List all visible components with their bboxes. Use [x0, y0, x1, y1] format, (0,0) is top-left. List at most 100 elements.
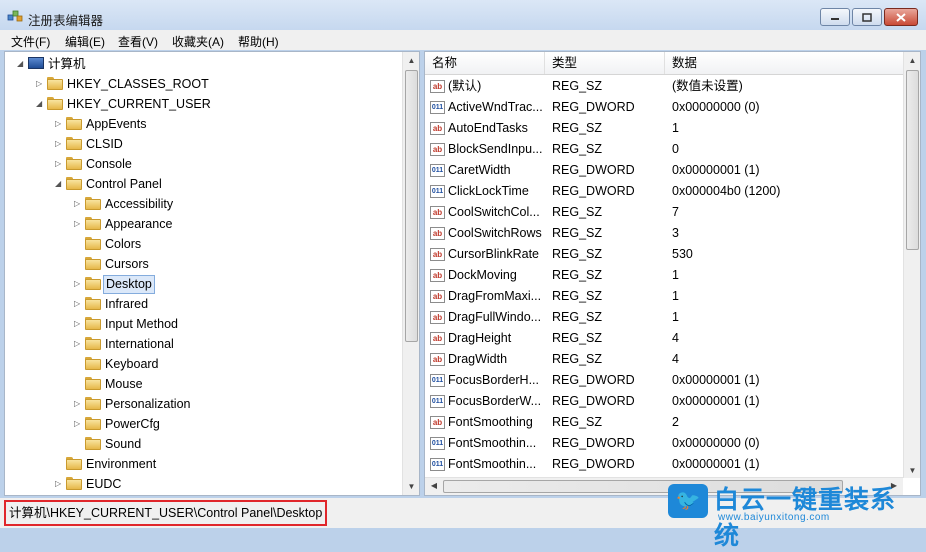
expand-arrow-icon[interactable]: ▷	[55, 160, 63, 168]
value-row[interactable]: 011 FocusBorderH... REG_DWORD 0x00000001 (1…	[425, 370, 903, 391]
value-row[interactable]: ab DragFullWindo... REG_SZ 1	[425, 307, 903, 328]
folder-icon	[66, 157, 82, 170]
tree-item[interactable]: ▷ HKEY_CLASSES_ROOT	[5, 74, 400, 94]
tree-item[interactable]: ▷ Accessibility	[5, 194, 400, 214]
value-row[interactable]: 011 ActiveWndTrac... REG_DWORD 0x00000000 (…	[425, 97, 903, 118]
scroll-left-icon[interactable]: ◀	[429, 481, 439, 490]
expand-arrow-icon[interactable]: ▷	[74, 320, 82, 328]
tree-item[interactable]: ▷ EUDC	[5, 474, 400, 494]
value-name: DragWidth	[448, 352, 508, 366]
collapse-arrow-icon[interactable]: ◢	[17, 60, 25, 68]
value-data: 0x000004b0 (1200)	[672, 184, 781, 198]
tree-item[interactable]: Mouse	[5, 374, 400, 394]
value-row[interactable]: ab CursorBlinkRate REG_SZ 530	[425, 244, 903, 265]
tree-item[interactable]: Colors	[5, 234, 400, 254]
list-scroll-thumb[interactable]	[906, 70, 919, 250]
expand-arrow-icon[interactable]: ▷	[74, 340, 82, 348]
value-row[interactable]: ab DragFromMaxi... REG_SZ 1	[425, 286, 903, 307]
tree-item[interactable]: ▷ Appearance	[5, 214, 400, 234]
folder-icon	[85, 197, 101, 210]
column-header-data[interactable]: 数据	[665, 52, 903, 74]
folder-icon	[85, 357, 101, 370]
scroll-down-icon[interactable]: ▼	[403, 482, 419, 491]
value-type: REG_SZ	[552, 142, 603, 156]
menu-edit[interactable]: 编辑(E)	[65, 33, 105, 50]
expand-arrow-icon[interactable]: ▷	[55, 480, 63, 488]
menu-file[interactable]: 文件(F)	[11, 33, 50, 50]
value-name: CursorBlinkRate	[448, 247, 540, 261]
list-vertical-scrollbar[interactable]: ▲ ▼	[903, 52, 920, 478]
dword-value-icon: 011	[430, 101, 445, 114]
expand-arrow-icon[interactable]: ▷	[74, 280, 82, 288]
folder-icon	[85, 437, 101, 450]
collapse-arrow-icon[interactable]: ◢	[55, 180, 63, 188]
close-button[interactable]	[884, 8, 918, 26]
value-data: 1	[672, 310, 679, 324]
tree-item[interactable]: ▷ Infrared	[5, 294, 400, 314]
dword-value-icon: 011	[430, 437, 445, 450]
value-row[interactable]: ab DockMoving REG_SZ 1	[425, 265, 903, 286]
tree-item-label: Input Method	[105, 317, 178, 331]
tree-item[interactable]: ▷ Personalization	[5, 394, 400, 414]
expand-arrow-icon[interactable]: ▷	[55, 120, 63, 128]
menu-help[interactable]: 帮助(H)	[238, 33, 279, 50]
tree-item[interactable]: Sound	[5, 434, 400, 454]
value-type: REG_SZ	[552, 247, 603, 261]
column-header-type[interactable]: 类型	[545, 52, 665, 74]
scroll-up-icon[interactable]: ▲	[904, 56, 920, 65]
expand-arrow-icon[interactable]: ▷	[74, 220, 82, 228]
value-row[interactable]: ab (默认) REG_SZ (数值未设置)	[425, 76, 903, 97]
tree-item[interactable]: ◢ HKEY_CURRENT_USER	[5, 94, 400, 114]
value-row[interactable]: ab DragHeight REG_SZ 4	[425, 328, 903, 349]
scroll-up-icon[interactable]: ▲	[403, 56, 419, 65]
expand-arrow-icon[interactable]: ▷	[74, 200, 82, 208]
value-row[interactable]: ab FontSmoothing REG_SZ 2	[425, 412, 903, 433]
value-name: DockMoving	[448, 268, 517, 282]
expand-arrow-icon[interactable]: ▷	[74, 420, 82, 428]
watermark-logo: 🐦 白云一键重装系统 www.baiyunxitong.com	[668, 480, 918, 550]
tree-item[interactable]: ◢ 计算机	[5, 54, 400, 74]
value-row[interactable]: 011 ClickLockTime REG_DWORD 0x000004b0 (120…	[425, 181, 903, 202]
tree-item[interactable]: ▷ AppEvents	[5, 114, 400, 134]
expand-arrow-icon[interactable]: ▷	[74, 400, 82, 408]
tree-item[interactable]: ▷ Console	[5, 154, 400, 174]
dword-value-icon: 011	[430, 458, 445, 471]
expand-arrow-icon[interactable]: ▷	[36, 80, 44, 88]
value-row[interactable]: 011 FontSmoothin... REG_DWORD 0x00000000 (0…	[425, 433, 903, 454]
tree-item[interactable]: ▷ International	[5, 334, 400, 354]
tree-item[interactable]: Environment	[5, 454, 400, 474]
tree-item[interactable]: ▷ Desktop	[5, 274, 400, 294]
value-row[interactable]: 011 FontSmoothin... REG_DWORD 0x00000001 (1…	[425, 454, 903, 475]
registry-tree-pane[interactable]: ◢ 计算机 ▷ HKEY_CLASSES_ROOT ◢ HKEY_CURRENT_USER…	[4, 51, 420, 496]
value-row[interactable]: 011 FocusBorderW... REG_DWORD 0x00000001 (1…	[425, 391, 903, 412]
collapse-arrow-icon[interactable]: ◢	[36, 100, 44, 108]
maximize-button[interactable]	[852, 8, 882, 26]
tree-item[interactable]: ◢ Control Panel	[5, 174, 400, 194]
menu-view[interactable]: 查看(V)	[118, 33, 158, 50]
value-data: 0	[672, 142, 679, 156]
minimize-button[interactable]	[820, 8, 850, 26]
value-row[interactable]: 011 CaretWidth REG_DWORD 0x00000001 (1)	[425, 160, 903, 181]
tree-scroll-thumb[interactable]	[405, 70, 418, 342]
value-row[interactable]: ab BlockSendInpu... REG_SZ 0	[425, 139, 903, 160]
column-header-name[interactable]: 名称	[425, 52, 545, 74]
value-row[interactable]: ab AutoEndTasks REG_SZ 1	[425, 118, 903, 139]
tree-vertical-scrollbar[interactable]: ▲ ▼	[402, 52, 419, 495]
value-name: CaretWidth	[448, 163, 511, 177]
scroll-down-icon[interactable]: ▼	[904, 466, 920, 475]
value-row[interactable]: ab DragWidth REG_SZ 4	[425, 349, 903, 370]
tree-item[interactable]: ▷ PowerCfg	[5, 414, 400, 434]
value-data: 530	[672, 247, 693, 261]
tree-item[interactable]: Cursors	[5, 254, 400, 274]
tree-item[interactable]: ▷ Input Method	[5, 314, 400, 334]
value-row[interactable]: ab CoolSwitchRows REG_SZ 3	[425, 223, 903, 244]
value-row[interactable]: ab CoolSwitchCol... REG_SZ 7	[425, 202, 903, 223]
tree-item[interactable]: Keyboard	[5, 354, 400, 374]
title-bar[interactable]: 注册表编辑器	[0, 0, 926, 30]
expand-arrow-icon[interactable]: ▷	[74, 300, 82, 308]
value-data: 2	[672, 415, 679, 429]
registry-values-pane[interactable]: 名称 类型 数据 ab (默认) REG_SZ (数值未设置) 011 ActiveWnd…	[424, 51, 921, 496]
tree-item[interactable]: ▷ CLSID	[5, 134, 400, 154]
menu-favorites[interactable]: 收藏夹(A)	[172, 33, 224, 50]
expand-arrow-icon[interactable]: ▷	[55, 140, 63, 148]
